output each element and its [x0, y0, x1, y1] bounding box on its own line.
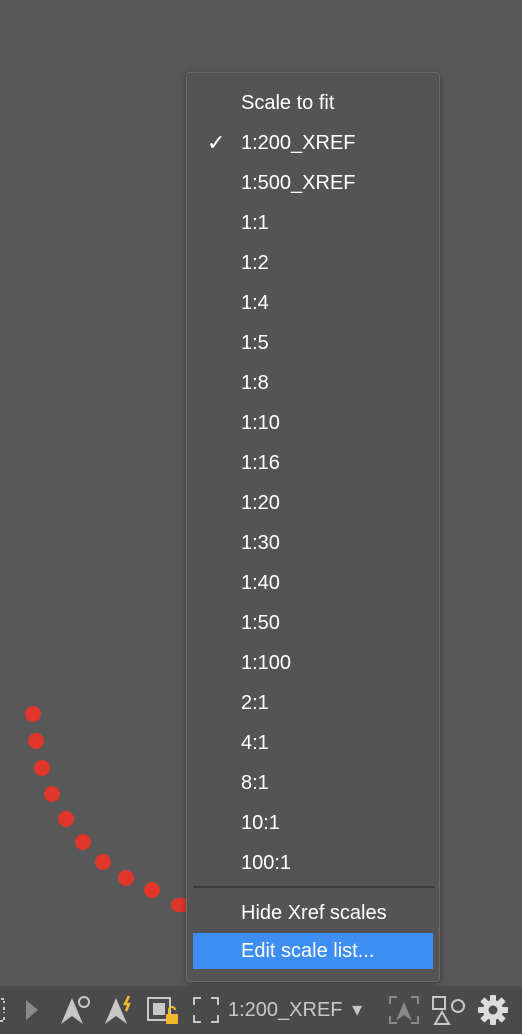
scale-list: Scale to fit ✓ 1:200_XREF 1:500_XREF 1:1 1:2 1… [187, 83, 439, 883]
current-scale-label: 1:200_XREF [228, 999, 343, 1021]
scale-menu-item[interactable]: 100:1 [187, 843, 439, 883]
annotation-monitor-icon[interactable] [386, 994, 422, 1026]
scale-menu-item[interactable]: 1:16 [187, 443, 439, 483]
scale-menu-item-label: 1:20 [241, 492, 280, 514]
annotation-dot [144, 882, 160, 898]
scale-menu-item[interactable]: 10:1 [187, 803, 439, 843]
scale-menu: Scale to fit ✓ 1:200_XREF 1:500_XREF 1:1 1:2 1… [186, 72, 440, 982]
scale-menu-item-label: Scale to fit [241, 92, 335, 114]
annotation-dot [118, 870, 134, 886]
scale-menu-item[interactable]: 1:30 [187, 523, 439, 563]
annotation-dot [34, 760, 50, 776]
lock-viewport-icon[interactable] [144, 994, 180, 1026]
annotation-dot [25, 706, 41, 722]
scale-menu-item[interactable]: 1:5 [187, 323, 439, 363]
scale-menu-item-label: 4:1 [241, 732, 269, 754]
play-icon[interactable] [22, 994, 42, 1026]
scale-menu-item[interactable]: 8:1 [187, 763, 439, 803]
scale-menu-item[interactable]: Scale to fit [187, 83, 439, 123]
edit-scale-list-item[interactable]: Edit scale list... [193, 933, 433, 969]
chevron-down-icon: ▾ [352, 999, 363, 1021]
scale-menu-item-label: 1:4 [241, 292, 269, 314]
scale-menu-item-label: 10:1 [241, 812, 280, 834]
scale-menu-item-label: 1:5 [241, 332, 269, 354]
annotation-visibility-icon[interactable] [56, 994, 92, 1026]
status-bar: 1:200_XREF ▾ [0, 986, 522, 1034]
scale-dropdown[interactable]: 1:200_XREF ▾ [228, 994, 362, 1026]
scale-menu-item[interactable]: 4:1 [187, 723, 439, 763]
scale-menu-item-label: 1:40 [241, 572, 280, 594]
scale-menu-item-label: 1:16 [241, 452, 280, 474]
scale-menu-item[interactable]: ✓ 1:200_XREF [187, 123, 439, 163]
scale-menu-item-label: 100:1 [241, 852, 292, 874]
annotation-dot [28, 733, 44, 749]
annotation-dot [58, 811, 74, 827]
scale-menu-item[interactable]: 1:2 [187, 243, 439, 283]
scale-menu-item[interactable]: 2:1 [187, 683, 439, 723]
scale-menu-item-label: 1:2 [241, 252, 269, 274]
scale-menu-actions: Hide Xref scales Edit scale list... [187, 893, 439, 969]
menu-separator [193, 886, 435, 888]
scale-menu-item-label: 1:200_XREF [241, 132, 356, 154]
scale-menu-item[interactable]: 1:4 [187, 283, 439, 323]
annotation-dot [75, 834, 91, 850]
scale-menu-item[interactable]: 1:10 [187, 403, 439, 443]
scale-menu-item[interactable]: 1:1 [187, 203, 439, 243]
scale-menu-item-label: 1:50 [241, 612, 280, 634]
model-space-icon[interactable] [0, 994, 14, 1026]
annotation-dot [44, 786, 60, 802]
scale-menu-item[interactable]: 1:8 [187, 363, 439, 403]
fit-viewport-icon[interactable] [190, 994, 222, 1026]
settings-gear-icon[interactable] [476, 994, 510, 1026]
scale-menu-item[interactable]: 1:40 [187, 563, 439, 603]
scale-menu-item-label: 1:100 [241, 652, 292, 674]
annotation-dot [95, 854, 111, 870]
checkmark-icon: ✓ [207, 130, 226, 155]
scale-menu-item-label: 8:1 [241, 772, 269, 794]
scale-menu-item[interactable]: 1:100 [187, 643, 439, 683]
scale-menu-item-label: 1:500_XREF [241, 172, 356, 194]
isolate-objects-icon[interactable] [430, 994, 466, 1026]
scale-menu-item-label: 1:8 [241, 372, 269, 394]
scale-menu-item-label: 1:10 [241, 412, 280, 434]
hide-xref-scales-item[interactable]: Hide Xref scales [187, 893, 439, 933]
scale-menu-item[interactable]: 1:20 [187, 483, 439, 523]
scale-menu-item-label: 2:1 [241, 692, 269, 714]
scale-menu-item-label: 1:30 [241, 532, 280, 554]
scale-menu-item-label: 1:1 [241, 212, 269, 234]
auto-scale-icon[interactable] [100, 994, 136, 1026]
scale-menu-item[interactable]: 1:500_XREF [187, 163, 439, 203]
scale-menu-item[interactable]: 1:50 [187, 603, 439, 643]
